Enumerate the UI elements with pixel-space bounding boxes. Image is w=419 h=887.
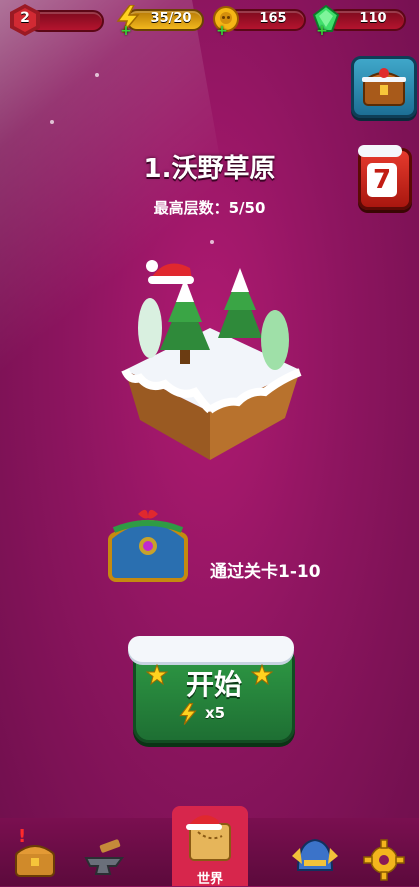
helmet-icon[interactable] bbox=[290, 834, 340, 880]
best-floor-label: 最高层数：5/50 bbox=[153, 199, 266, 217]
shop-chest-button[interactable] bbox=[351, 56, 417, 118]
snowflake bbox=[210, 240, 214, 244]
gem-value: 110 bbox=[359, 11, 387, 26]
lightning-icon bbox=[179, 703, 197, 725]
snowy-island-illustration[interactable] bbox=[110, 250, 310, 480]
add-coins-icon[interactable]: + bbox=[216, 24, 228, 38]
reward-chest-icon[interactable] bbox=[104, 500, 192, 584]
christmas-chest-icon bbox=[362, 68, 406, 106]
start-button-label: 开始 bbox=[185, 668, 242, 701]
snowflake bbox=[95, 73, 99, 77]
add-gems-icon[interactable]: + bbox=[316, 24, 328, 38]
start-energy-cost: x5 bbox=[205, 704, 226, 722]
add-energy-icon[interactable]: + bbox=[120, 24, 132, 38]
world-map-icon[interactable] bbox=[182, 812, 238, 866]
start-button-snow bbox=[128, 636, 294, 662]
coin-value: 165 bbox=[259, 11, 287, 26]
tab-chest[interactable]: ! bbox=[12, 826, 58, 880]
coin-counter[interactable]: 165 + bbox=[212, 5, 306, 38]
snowflake bbox=[50, 120, 54, 124]
energy-counter[interactable]: 35/20 + bbox=[116, 5, 204, 38]
reward-condition: 通过关卡1-10 bbox=[210, 562, 321, 582]
world-title: 1.沃野草原 bbox=[143, 154, 276, 184]
alert-icon: ! bbox=[18, 826, 27, 847]
gear-icon[interactable] bbox=[362, 838, 406, 882]
gem-counter[interactable]: 110 + bbox=[312, 5, 406, 38]
tab-world-label: 世界 bbox=[196, 872, 223, 887]
anvil-hammer-icon[interactable] bbox=[82, 838, 130, 878]
player-level-bar[interactable]: 2 bbox=[10, 4, 106, 38]
energy-value: 35/20 bbox=[150, 11, 192, 26]
player-level: 2 bbox=[20, 10, 30, 26]
